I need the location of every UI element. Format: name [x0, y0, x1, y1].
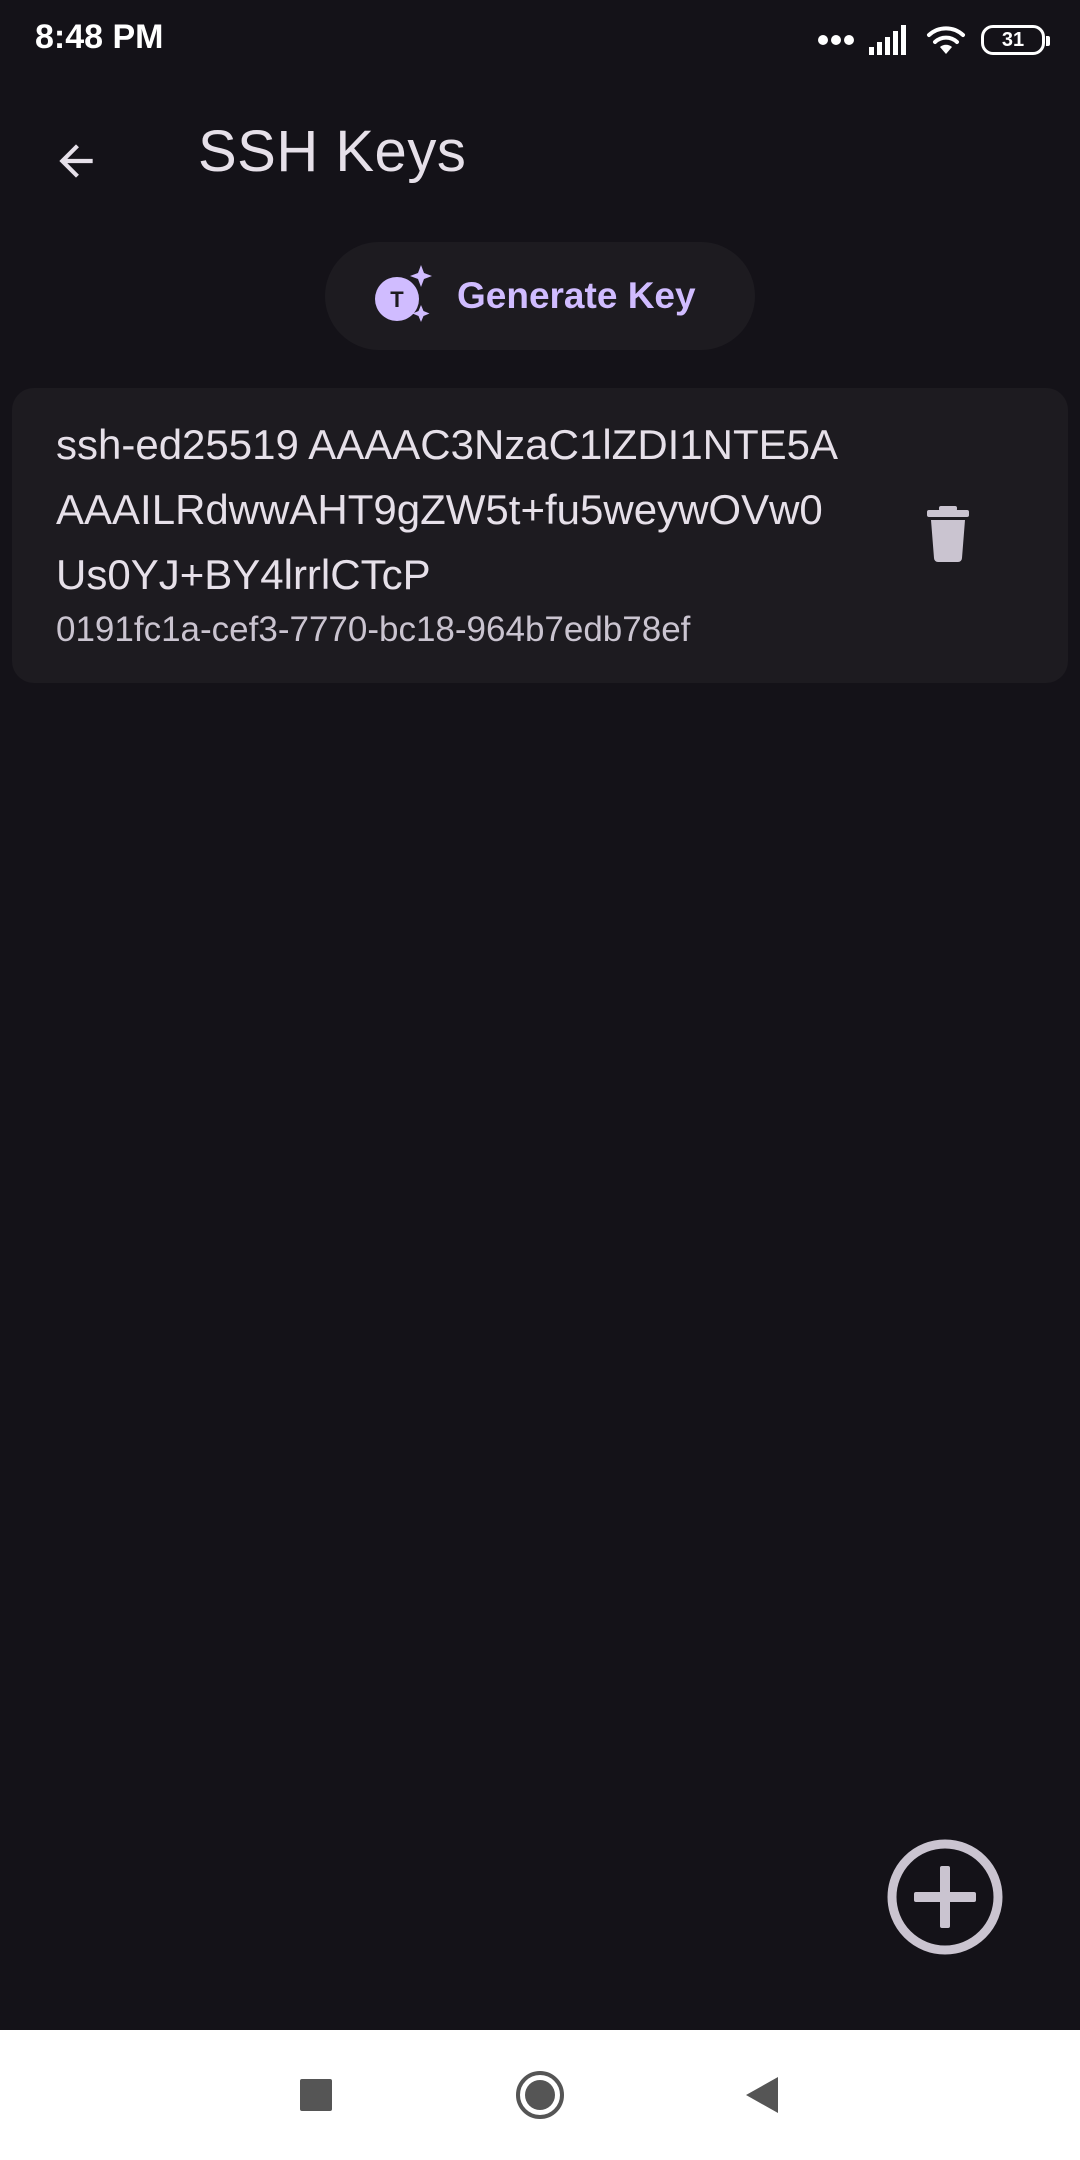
battery-icon: 31: [981, 25, 1050, 55]
cellular-signal-icon: [869, 25, 906, 55]
generate-key-label: Generate Key: [457, 275, 696, 316]
delete-key-button[interactable]: [902, 488, 994, 580]
ssh-public-key: ssh-ed25519 AAAAC3NzaC1lZDI1NTE5AAAAILRd…: [56, 421, 839, 598]
auto-awesome-icon: T: [375, 265, 432, 322]
more-dots-icon: [818, 35, 854, 45]
ssh-key-id: 0191fc1a-cef3-7770-bc18-964b7edb78ef: [56, 610, 691, 649]
home-circle-icon: [516, 2071, 564, 2119]
battery-tip: [1046, 36, 1050, 46]
battery-level: 31: [1001, 29, 1025, 51]
app-bar: SSH Keys: [0, 100, 1080, 210]
status-time: 8:48 PM: [35, 18, 164, 56]
back-button[interactable]: [35, 120, 117, 202]
system-back-button[interactable]: [732, 2065, 792, 2125]
home-button[interactable]: [510, 2065, 570, 2125]
system-navigation-bar: [0, 2030, 1080, 2160]
delete-icon: [927, 506, 969, 562]
ssh-key-card[interactable]: ssh-ed25519 AAAAC3NzaC1lZDI1NTE5AAAAILRd…: [12, 388, 1068, 683]
wifi-icon: [927, 26, 965, 54]
arrow-back-icon: [59, 144, 93, 178]
svg-text:T: T: [390, 287, 404, 312]
status-bar: 8:48 PM 31: [0, 0, 1080, 80]
page-title: SSH Keys: [198, 119, 467, 184]
status-icons: 31: [817, 20, 1050, 60]
add-key-fab[interactable]: [884, 1836, 1006, 1958]
generate-key-button[interactable]: T Generate Key: [325, 242, 755, 350]
recents-square-icon: [300, 2079, 332, 2111]
ssh-keys-screen: 8:48 PM 31 SSH Keys T Generate Key ssh-e…: [0, 0, 1080, 2160]
recents-button[interactable]: [286, 2065, 346, 2125]
back-triangle-icon: [746, 2077, 778, 2113]
add-circle-icon: [887, 1839, 1003, 1955]
